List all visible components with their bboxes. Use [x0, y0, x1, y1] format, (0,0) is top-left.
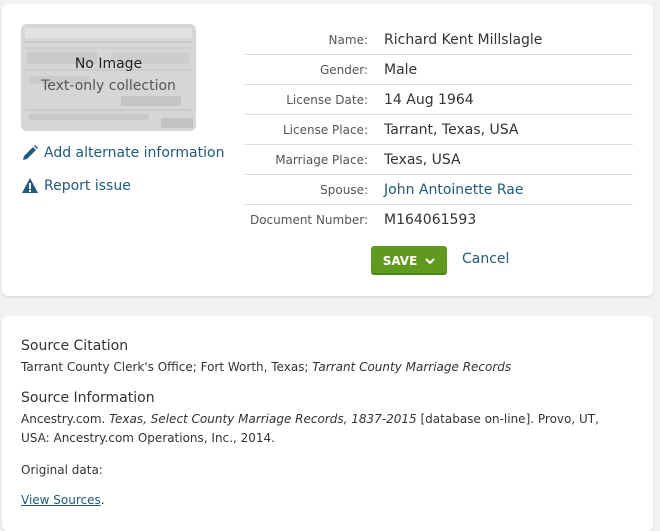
field-row-gender: Gender: Male: [245, 55, 633, 85]
source-citation-text: Tarrant County Clerk's Office; Fort Wort…: [21, 358, 631, 377]
report-issue-link[interactable]: Report issue: [21, 177, 131, 195]
add-alternate-info-link[interactable]: Add alternate information: [21, 144, 224, 162]
view-sources-suffix: .: [100, 493, 105, 507]
field-row-document-number: Document Number: M164061593: [245, 205, 633, 234]
report-issue-label: Report issue: [44, 178, 131, 194]
field-row-spouse: Spouse: John Antoinette Rae: [245, 175, 633, 205]
field-value: M164061593: [384, 211, 477, 228]
chevron-down-icon: [425, 257, 436, 264]
field-label: Name:: [328, 32, 368, 47]
field-value: Tarrant, Texas, USA: [384, 121, 519, 138]
no-image-subtitle: Text-only collection: [41, 78, 176, 94]
field-row-license-place: License Place: Tarrant, Texas, USA: [245, 115, 633, 145]
view-sources-link[interactable]: View Sources: [21, 493, 101, 507]
view-sources-line: View Sources.: [21, 491, 631, 510]
original-data-label: Original data:: [21, 463, 103, 477]
info-italic: Texas, Select County Marriage Records, 1…: [109, 412, 417, 426]
spouse-link[interactable]: John Antoinette Rae: [384, 182, 523, 198]
record-card: No Image Text-only collection Add altern…: [2, 4, 653, 296]
add-alternate-info-label: Add alternate information: [44, 145, 225, 161]
field-value: 14 Aug 1964: [384, 91, 474, 108]
field-row-name: Name: Richard Kent Millslagle: [245, 25, 633, 55]
pencil-icon: [23, 145, 38, 160]
citation-plain: Tarrant County Clerk's Office; Fort Wort…: [21, 360, 313, 374]
field-label: Gender:: [319, 62, 368, 77]
field-label: Document Number:: [249, 212, 368, 227]
no-image-title: No Image: [74, 56, 143, 72]
field-label: License Place:: [282, 122, 368, 137]
field-label: Marriage Place:: [275, 152, 368, 167]
field-value: Texas, USA: [384, 151, 461, 168]
field-row-marriage-place: Marriage Place: Texas, USA: [245, 145, 633, 175]
source-information-heading: Source Information: [21, 390, 155, 406]
save-button[interactable]: SAVE: [371, 246, 447, 275]
record-fields: Name: Richard Kent Millslagle Gender: Ma…: [245, 25, 633, 234]
source-card: Source Citation Tarrant County Clerk's O…: [2, 316, 653, 531]
source-information-text: Ancestry.com. Texas, Select County Marri…: [21, 410, 631, 448]
no-image-thumbnail: No Image Text-only collection: [21, 24, 196, 131]
cancel-link[interactable]: Cancel: [462, 251, 509, 267]
field-label: License Date:: [286, 92, 368, 107]
citation-italic: Tarrant County Marriage Records: [312, 360, 512, 374]
field-value: Male: [384, 61, 418, 78]
info-pre: Ancestry.com.: [21, 412, 110, 426]
source-citation-heading: Source Citation: [21, 338, 129, 354]
save-button-label: SAVE: [382, 253, 418, 268]
field-label: Spouse:: [320, 182, 368, 197]
field-row-license-date: License Date: 14 Aug 1964: [245, 85, 633, 115]
field-value: Richard Kent Millslagle: [384, 31, 543, 48]
warning-icon: [22, 178, 38, 193]
